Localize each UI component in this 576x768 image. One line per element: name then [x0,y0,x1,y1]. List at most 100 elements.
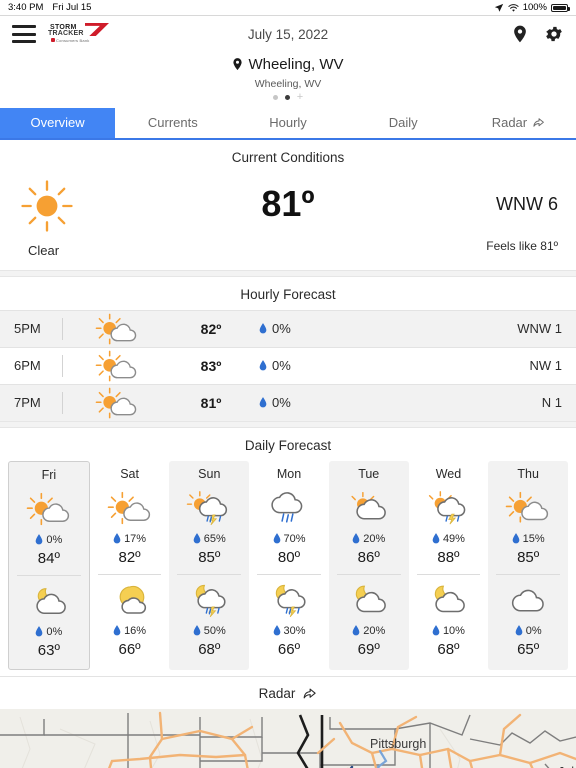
daily-day-label-thu: Thu [517,466,539,481]
status-time: 3:40 PM [8,2,44,13]
daily-low-sat: 66º [118,640,141,658]
location-pager: + [0,91,576,102]
pager-dot-1[interactable] [272,94,278,100]
daily-night-half-mon: 30% 66º [249,575,329,662]
share-arrow-icon[interactable] [302,686,317,701]
daily-day-pop-sun: 65% [193,533,226,545]
water-drop-icon [352,533,360,544]
daily-day-pop-wed: 49% [432,533,465,545]
current-conditions-title: Current Conditions [0,139,576,173]
daily-night-pop-fri: 0% [35,626,62,638]
daily-night-half-sun: 50% 68º [169,575,249,662]
storm-tracker-logo[interactable]: STORM TRACKER Consumers Bank [48,22,110,46]
hourly-pop-3: 0% [259,395,452,410]
daily-high-mon: 80º [277,548,301,566]
tab-radar-label: Radar [491,115,528,130]
water-drop-icon [352,625,360,636]
partly-sunny-icon [346,485,392,531]
tab-overview-label: Overview [30,115,85,130]
tab-overview[interactable]: Overview [0,107,116,138]
partly-sunny-icon [95,313,137,344]
daily-low-tue: 69º [357,640,380,658]
partly-sunny-icon [95,387,137,418]
weather-app: 3:40 PM Fri Jul 15 100% STORM TRACKER Co… [0,0,576,768]
map-label-pittsburgh: Pittsburgh [370,736,427,751]
hourly-row-1[interactable]: 5PM 82º 0% WNW 1 [0,310,576,347]
daily-day-pop-value-wed: 49% [442,532,465,545]
hourly-sep-2 [62,354,63,377]
logo-sponsor-mark [51,38,55,42]
thunderstorm-day-icon [425,485,471,531]
scroll-content[interactable]: Current Conditions Clear 81º WNW 6 Feels… [0,139,576,768]
water-drop-icon [36,626,43,637]
tab-hourly[interactable]: Hourly [230,108,345,138]
daily-low-mon: 66º [277,640,301,658]
radar-map[interactable]: Pittsburgh Greensburg Joh [0,708,576,768]
tab-radar[interactable]: Radar [461,108,576,138]
hourly-forecast-title: Hourly Forecast [0,276,576,310]
water-drop-icon [113,533,121,544]
daily-day-pop-value-sun: 65% [203,532,226,545]
daily-column-tue[interactable]: Tue 20% 86º 20% 69º [328,460,409,670]
hourly-wind-2: NW 1 [529,358,563,373]
daily-column-sat[interactable]: Sat 17% 82º 16% 66º [90,461,170,670]
daily-forecast-title: Daily Forecast [0,427,576,461]
hourly-pop-value-1: 0% [272,321,291,336]
daily-column-mon[interactable]: Mon 70% 80º 30% 66º [249,461,329,670]
tab-currents[interactable]: Currents [115,108,230,138]
daily-low-fri: 63º [37,641,60,659]
pager-dot-2-active[interactable] [284,94,290,100]
daily-day-pop-mon: 70% [273,533,306,545]
section-divider-2 [0,420,576,428]
daily-night-pop-sun: 50% [193,625,226,637]
water-drop-icon [273,625,280,636]
logo-line2: TRACKER [48,30,84,37]
current-feels-like: Feels like 81º [486,238,558,253]
current-middle: 81º [168,177,408,231]
daily-column-thu[interactable]: Thu 15% 85º 0% 65º [488,460,569,670]
daily-night-pop-value-tue: 20% [363,624,386,637]
tab-bar: Overview Currents Hourly Daily Radar [0,107,576,140]
daily-column-wed[interactable]: Wed 49% 88º 10% 68º [409,461,489,670]
radar-map-canvas [0,708,576,768]
tab-daily[interactable]: Daily [346,108,461,138]
daily-column-fri[interactable]: Fri 0% 84º 0% 63º [8,460,90,670]
daily-day-half-tue: 20% 86º [329,483,409,570]
hourly-wind-1: WNW 1 [517,321,562,336]
location-name-row: Wheeling, WV [232,56,344,73]
hourly-pop-1: 0% [259,321,452,336]
daily-day-pop-fri: 0% [35,534,62,546]
header-right [510,24,564,44]
location-bar[interactable]: Wheeling, WV Wheeling, WV + [0,52,576,108]
gear-icon[interactable] [544,24,564,44]
hamburger-menu-icon[interactable] [12,25,36,43]
water-drop-icon [259,397,267,408]
hourly-row-2[interactable]: 6PM 83º 0% NW 1 [0,347,576,384]
daily-night-pop-value-fri: 0% [46,625,63,638]
daily-day-label-tue: Tue [358,466,380,481]
daily-day-pop-sat: 17% [113,533,146,545]
share-arrow-icon [533,118,544,127]
radar-section-header[interactable]: Radar [0,677,576,709]
partly-cloudy-night-icon [26,578,72,624]
add-location-button[interactable]: + [297,91,303,102]
hourly-temp-2: 83º [200,357,222,374]
partly-cloudy-night-icon [346,577,392,623]
current-condition-text: Clear [28,242,60,258]
daily-day-pop-value-fri: 0% [46,533,63,546]
radar-title-label: Radar [258,685,296,701]
daily-high-sun: 85º [198,548,221,566]
daily-day-half-wed: 49% 88º [409,483,489,570]
tab-currents-label: Currents [147,115,198,130]
daily-high-tue: 86º [357,548,380,566]
rain-icon [266,485,312,531]
hourly-row-3[interactable]: 7PM 81º 0% N 1 [0,384,576,421]
hourly-wind-3: N 1 [541,395,562,410]
location-pin-icon[interactable] [510,24,530,44]
hourly-icon-2 [71,349,163,383]
hourly-time-3: 7PM [14,395,41,410]
wifi-icon [508,3,519,12]
daily-column-sun[interactable]: Sun 65% 85º 50% 68º [169,460,250,670]
daily-night-half-thu: 0% 65º [488,575,568,662]
daily-night-half-tue: 20% 69º [329,575,409,662]
